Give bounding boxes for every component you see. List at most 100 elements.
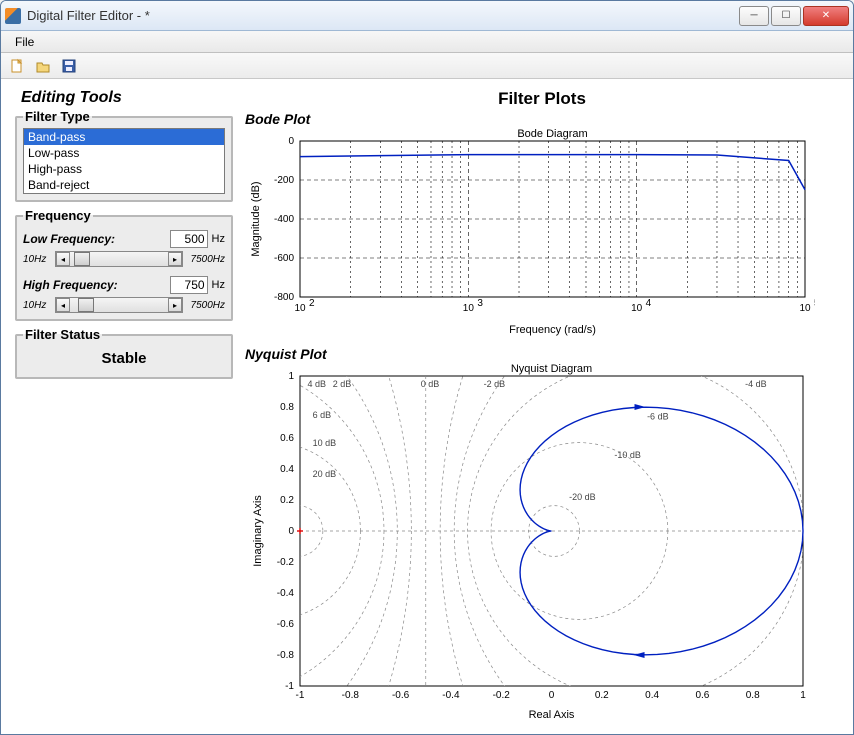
svg-text:1: 1 — [288, 371, 294, 382]
svg-text:4 dB: 4 dB — [308, 379, 327, 389]
svg-text:0.6: 0.6 — [280, 433, 294, 444]
svg-text:-2 dB: -2 dB — [484, 379, 506, 389]
sidebar-heading: Editing Tools — [15, 89, 233, 107]
svg-text:10: 10 — [631, 303, 643, 314]
svg-text:0 dB: 0 dB — [421, 379, 440, 389]
low-freq-slider[interactable]: ◂▸ — [55, 251, 183, 267]
sidebar: Editing Tools Filter Type Band-pass Low-… — [15, 89, 233, 724]
filter-option-highpass[interactable]: High-pass — [24, 161, 224, 177]
svg-text:Nyquist Diagram: Nyquist Diagram — [511, 363, 592, 375]
svg-text:5: 5 — [814, 298, 815, 309]
svg-text:-0.6: -0.6 — [392, 690, 410, 701]
svg-text:Bode Diagram: Bode Diagram — [517, 128, 587, 140]
menu-file[interactable]: File — [7, 35, 42, 49]
svg-text:-20 dB: -20 dB — [569, 492, 596, 502]
maximize-button[interactable]: ☐ — [771, 6, 801, 26]
svg-text:-200: -200 — [274, 175, 294, 186]
svg-text:-6 dB: -6 dB — [647, 411, 669, 421]
svg-text:Magnitude (dB): Magnitude (dB) — [250, 181, 262, 256]
filter-type-listbox[interactable]: Band-pass Low-pass High-pass Band-reject — [23, 128, 225, 194]
svg-text:-0.8: -0.8 — [342, 690, 360, 701]
svg-text:-0.6: -0.6 — [277, 619, 295, 630]
svg-text:2: 2 — [309, 298, 315, 309]
high-freq-thumb[interactable] — [78, 298, 94, 312]
low-freq-max: 7500Hz — [185, 254, 225, 265]
high-freq-max: 7500Hz — [185, 300, 225, 311]
nyquist-label: Nyquist Plot — [245, 346, 839, 362]
svg-text:2 dB: 2 dB — [333, 379, 352, 389]
filter-option-bandreject[interactable]: Band-reject — [24, 177, 224, 193]
app-icon — [5, 8, 21, 24]
svg-text:-0.2: -0.2 — [277, 557, 295, 568]
svg-text:0: 0 — [549, 690, 555, 701]
slider-right-icon[interactable]: ▸ — [168, 252, 182, 266]
filter-type-panel: Filter Type Band-pass Low-pass High-pass… — [15, 109, 233, 202]
high-freq-unit: Hz — [212, 279, 225, 291]
low-freq-min: 10Hz — [23, 254, 53, 265]
high-freq-min: 10Hz — [23, 300, 53, 311]
low-freq-thumb[interactable] — [74, 252, 90, 266]
svg-text:Frequency (rad/s): Frequency (rad/s) — [509, 324, 596, 336]
save-button[interactable] — [59, 56, 79, 76]
nyquist-plot: Nyquist Diagram -1 -0.8 -0.6 -0.4 -0.2 0 0.2 0.4… — [245, 362, 839, 725]
new-file-button[interactable] — [7, 56, 27, 76]
bode-plot: Bode Diagram-800-600-400-200010210310410… — [245, 127, 839, 340]
svg-text:-800: -800 — [274, 292, 294, 303]
svg-text:-10 dB: -10 dB — [614, 450, 641, 460]
svg-text:0.8: 0.8 — [746, 690, 760, 701]
high-freq-input[interactable] — [170, 276, 208, 294]
slider-left-icon[interactable]: ◂ — [56, 252, 70, 266]
svg-text:-4 dB: -4 dB — [745, 379, 767, 389]
svg-text:-600: -600 — [274, 253, 294, 264]
filter-status-panel: Filter Status Stable — [15, 327, 233, 379]
plots-area: Filter Plots Bode Plot Bode Diagram -800 -… — [245, 89, 839, 724]
svg-text:20 dB: 20 dB — [313, 469, 337, 479]
svg-text:3: 3 — [477, 298, 483, 309]
slider-left-icon[interactable]: ◂ — [56, 298, 70, 312]
svg-text:10: 10 — [799, 303, 811, 314]
svg-text:10: 10 — [294, 303, 306, 314]
low-freq-unit: Hz — [212, 233, 225, 245]
titlebar: Digital Filter Editor - * ─ ☐ ✕ — [1, 1, 853, 31]
plots-heading: Filter Plots — [245, 89, 839, 109]
filter-type-legend: Filter Type — [23, 109, 92, 124]
svg-text:Imaginary Axis: Imaginary Axis — [252, 495, 264, 567]
filter-option-lowpass[interactable]: Low-pass — [24, 145, 224, 161]
toolbar — [1, 53, 853, 79]
bode-label: Bode Plot — [245, 111, 839, 127]
low-freq-input[interactable] — [170, 230, 208, 248]
filter-option-bandpass[interactable]: Band-pass — [24, 129, 224, 145]
high-freq-slider[interactable]: ◂▸ — [55, 297, 183, 313]
filter-status-legend: Filter Status — [23, 327, 102, 342]
svg-text:0.6: 0.6 — [695, 690, 709, 701]
svg-text:0.8: 0.8 — [280, 402, 294, 413]
svg-text:-0.4: -0.4 — [277, 588, 295, 599]
svg-text:Real Axis: Real Axis — [529, 709, 575, 721]
frequency-legend: Frequency — [23, 208, 93, 223]
frequency-panel: Frequency Low Frequency: Hz 10Hz ◂▸ 7500… — [15, 208, 233, 321]
svg-text:0: 0 — [288, 526, 294, 537]
slider-right-icon[interactable]: ▸ — [168, 298, 182, 312]
svg-text:10 dB: 10 dB — [313, 438, 337, 448]
svg-text:10: 10 — [463, 303, 475, 314]
minimize-button[interactable]: ─ — [739, 6, 769, 26]
svg-text:-400: -400 — [274, 214, 294, 225]
svg-text:0.2: 0.2 — [595, 690, 609, 701]
close-button[interactable]: ✕ — [803, 6, 849, 26]
window-title: Digital Filter Editor - * — [27, 8, 739, 23]
svg-text:0: 0 — [288, 136, 294, 147]
svg-text:-1: -1 — [296, 690, 305, 701]
app-window: Digital Filter Editor - * ─ ☐ ✕ File Edi… — [0, 0, 854, 735]
svg-text:0.4: 0.4 — [280, 464, 294, 475]
svg-text:-0.2: -0.2 — [493, 690, 511, 701]
low-freq-label: Low Frequency: — [23, 232, 166, 246]
high-freq-label: High Frequency: — [23, 278, 166, 292]
menu-bar: File — [1, 31, 853, 53]
svg-text:-0.4: -0.4 — [442, 690, 460, 701]
svg-text:-0.8: -0.8 — [277, 650, 295, 661]
open-file-button[interactable] — [33, 56, 53, 76]
filter-status-text: Stable — [23, 346, 225, 371]
svg-text:0.4: 0.4 — [645, 690, 659, 701]
svg-text:6 dB: 6 dB — [313, 410, 332, 420]
svg-text:-1: -1 — [285, 681, 294, 692]
